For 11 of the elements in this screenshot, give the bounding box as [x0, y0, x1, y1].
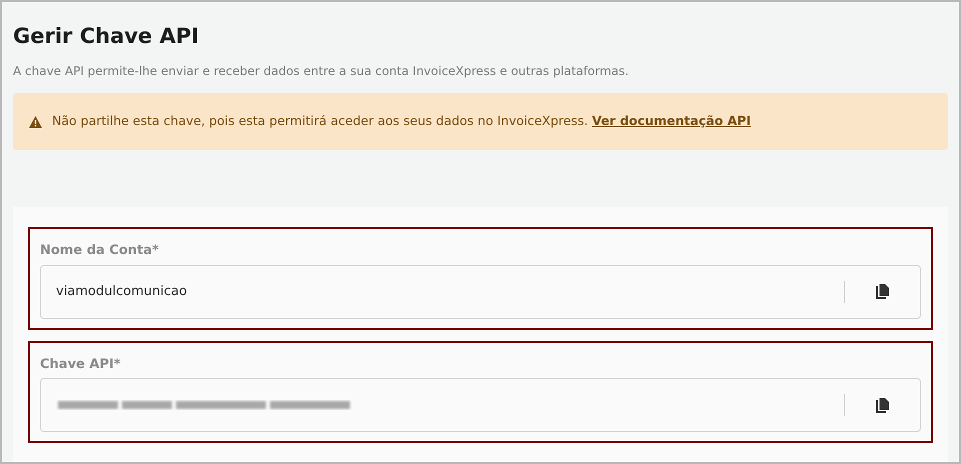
description-text: A chave API permite-lhe enviar e receber dados entre a sua conta InvoiceXpress e outras plataformas.: [13, 63, 629, 80]
copy-icon: [875, 283, 890, 300]
copy-icon: [875, 396, 890, 414]
warning-text: Não partilhe esta chave, pois esta permitirá aceder aos seus dados no InvoiceXpress.: [52, 113, 588, 128]
input-field[interactable]: viamodulcomunicao: [40, 264, 921, 318]
documentation-link[interactable]: Ver documentação API: [592, 113, 751, 128]
field-label: Nome da Conta*: [40, 242, 159, 260]
page-title: Gerir Chave API: [13, 23, 199, 50]
field-label: Chave API*: [40, 356, 121, 374]
input-field[interactable]: [40, 378, 921, 432]
warning-icon: [29, 116, 42, 128]
